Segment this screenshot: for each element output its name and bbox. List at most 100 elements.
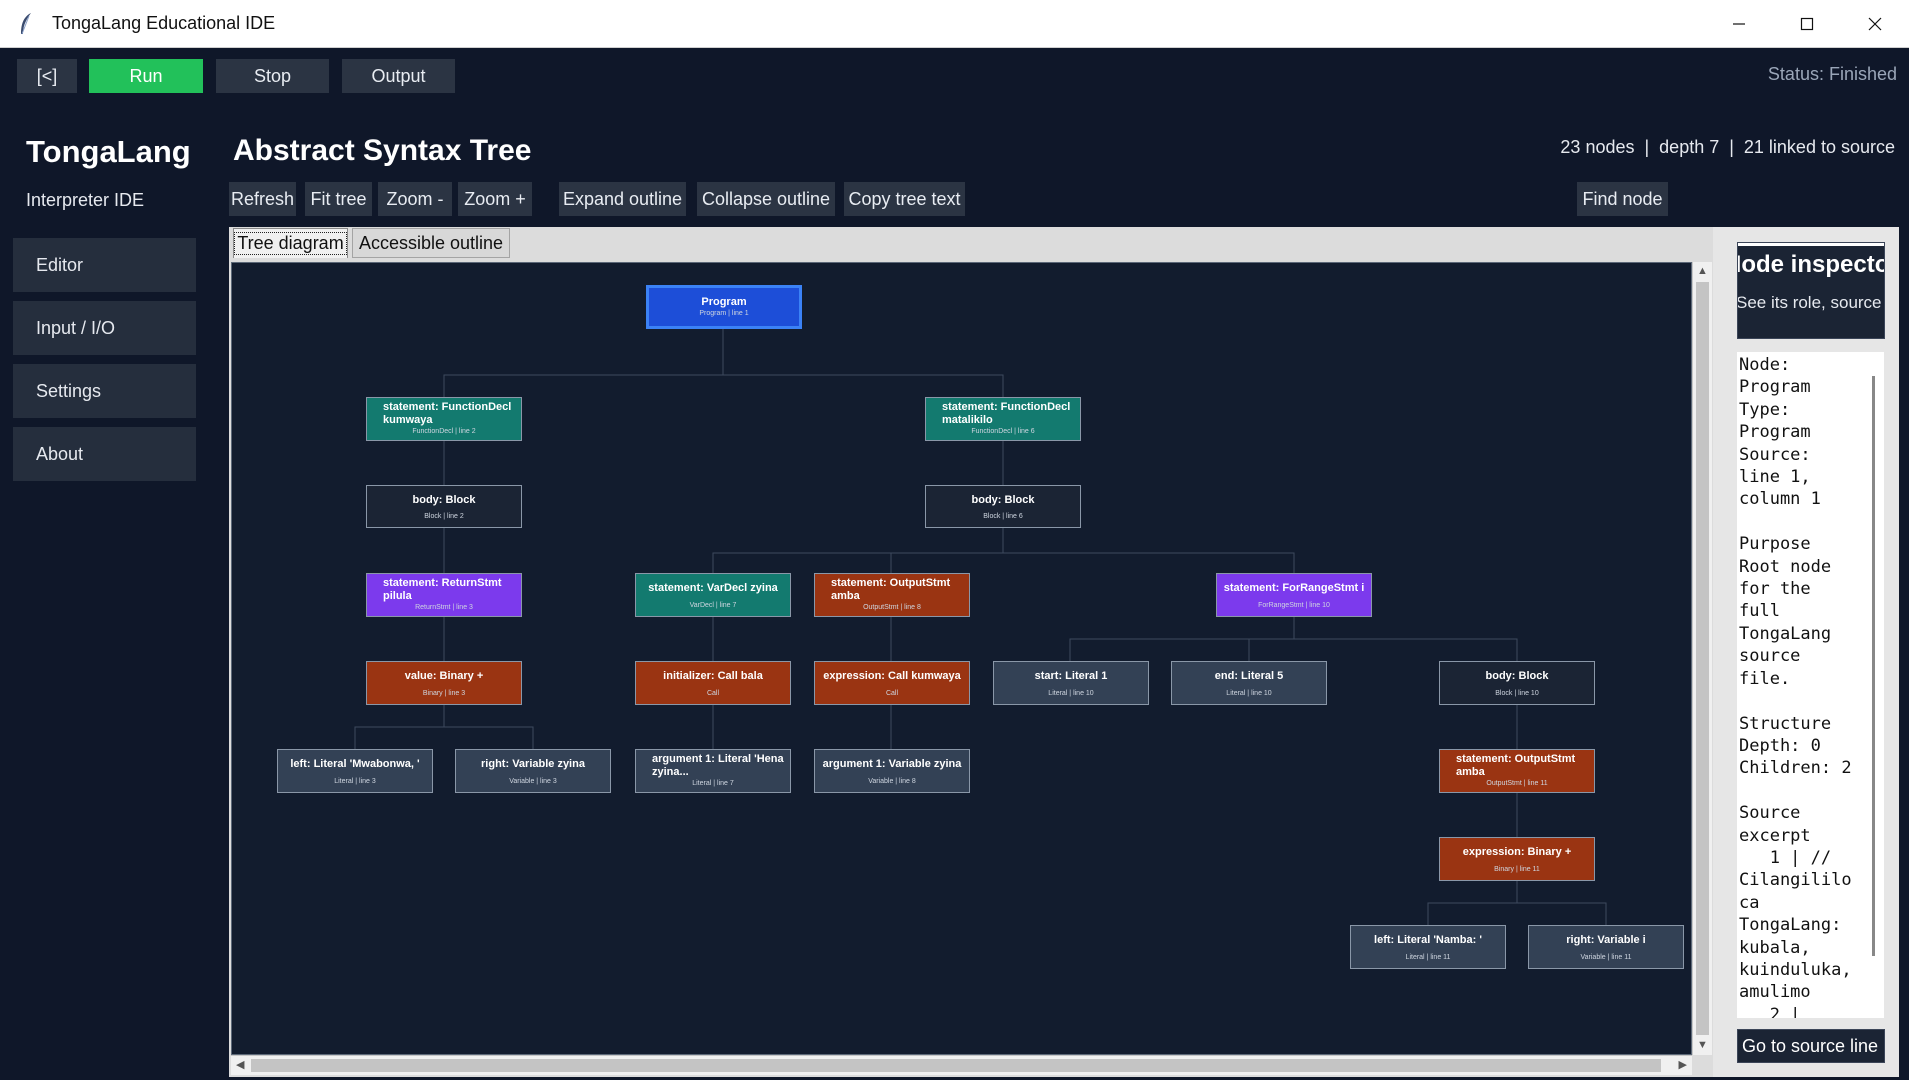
sidebar-app-title: TongaLang [26,134,191,169]
tree-vertical-scrollbar[interactable]: ▲ ▼ [1692,262,1712,1055]
tab-tree-diagram[interactable]: Tree diagram [233,228,348,258]
tree-node-literal-start[interactable]: start: Literal 1 Literal | line 10 [993,661,1149,705]
inspector-details-text[interactable]: Node: Program Type: Program Source: line… [1737,352,1866,1018]
node-title: start: Literal 1 [1034,670,1108,682]
expand-outline-button[interactable]: Expand outline [559,182,686,216]
node-title: left: Literal 'Namba: ' [1374,934,1482,946]
tree-node-call-bala[interactable]: initializer: Call bala Call [635,661,791,705]
node-subtitle: Literal | line 3 [334,778,376,785]
tree-node-forrangestmt[interactable]: statement: ForRangeStmt i ForRangeStmt |… [1216,573,1372,617]
tree-node-functiondecl-matalikilo[interactable]: statement: FunctionDecl matalikilo Funct… [925,397,1081,441]
collapse-sidebar-button[interactable]: [<] [17,59,77,93]
tree-canvas[interactable]: Program Program | line 1 statement: Func… [231,262,1692,1055]
node-subtitle: FunctionDecl | line 6 [971,428,1035,435]
node-subtitle: Call [885,690,899,697]
tree-horizontal-scrollbar[interactable]: ◀ ▶ [231,1055,1692,1075]
refresh-button[interactable]: Refresh [229,182,296,216]
node-subtitle: Variable | line 8 [868,778,916,785]
stop-button[interactable]: Stop [216,59,329,93]
fit-tree-button[interactable]: Fit tree [305,182,372,216]
node-title: body: Block [1485,670,1549,682]
node-subtitle: Literal | line 7 [692,780,734,787]
tree-node-call-kumwaya[interactable]: expression: Call kumwaya Call [814,661,970,705]
node-subtitle: OutputStmt | line 8 [863,604,921,611]
close-window-button[interactable] [1841,0,1909,47]
minimize-button[interactable] [1705,0,1773,47]
node-title: right: Variable i [1566,934,1646,946]
node-subtitle: Call [706,690,720,697]
tree-node-block[interactable]: body: Block Block | line 6 [925,485,1081,528]
scroll-right-icon[interactable]: ▶ [1679,1060,1687,1071]
scroll-down-icon[interactable]: ▼ [1697,1040,1708,1051]
copy-tree-text-button[interactable]: Copy tree text [844,182,965,216]
node-subtitle: OutputStmt | line 11 [1486,780,1548,787]
minimize-icon [1733,22,1745,25]
node-title: argument 1: Variable zyina [822,758,962,770]
node-title: right: Variable zyina [481,758,585,770]
node-title: expression: Call kumwaya [823,670,961,682]
node-title: statement: ReturnStmt pilula [383,577,502,602]
scroll-up-icon[interactable]: ▲ [1697,266,1708,277]
feather-icon [14,12,38,36]
node-subtitle: Variable | line 3 [509,778,557,785]
node-subtitle: Block | line 10 [1495,690,1539,697]
node-title: expression: Binary + [1462,846,1572,858]
node-subtitle: VarDecl | line 7 [689,602,737,609]
tree-node-block[interactable]: body: Block Block | line 10 [1439,661,1595,705]
tree-node-variable-zyina-arg[interactable]: argument 1: Variable zyina Variable | li… [814,749,970,793]
tree-node-variable-i[interactable]: right: Variable i Variable | line 11 [1528,925,1684,969]
tree-node-outputstmt[interactable]: statement: OutputStmt amba OutputStmt | … [814,573,970,617]
tree-node-returnstmt[interactable]: statement: ReturnStmt pilula ReturnStmt … [366,573,522,617]
go-to-source-line-button[interactable]: Go to source line 1 [1737,1029,1885,1063]
tree-node-binary[interactable]: value: Binary + Binary | line 3 [366,661,522,705]
sidebar-item-editor[interactable]: Editor [13,238,196,292]
node-title: body: Block [971,494,1035,506]
sidebar-item-about[interactable]: About [13,427,196,481]
tree-node-program[interactable]: Program Program | line 1 [646,285,802,329]
tree-node-literal-end[interactable]: end: Literal 5 Literal | line 10 [1171,661,1327,705]
node-title: end: Literal 5 [1214,670,1284,682]
maximize-icon [1800,17,1814,30]
scroll-thumb[interactable] [251,1059,1661,1072]
scroll-thumb[interactable] [1872,376,1875,956]
node-subtitle: Binary | line 11 [1494,866,1540,873]
tree-node-binary[interactable]: expression: Binary + Binary | line 11 [1439,837,1595,881]
collapse-outline-button[interactable]: Collapse outline [697,182,835,216]
run-button[interactable]: Run [89,59,203,93]
zoom-out-button[interactable]: Zoom - [378,182,452,216]
tree-node-block[interactable]: body: Block Block | line 2 [366,485,522,528]
tree-node-variable-zyina[interactable]: right: Variable zyina Variable | line 3 [455,749,611,793]
scroll-left-icon[interactable]: ◀ [236,1060,244,1071]
top-toolbar: [<] Run Stop Output Status: Finished [0,48,1909,104]
page-title: Abstract Syntax Tree [233,134,532,167]
inspector-header: Node inspector See its role, source loca… [1737,242,1885,339]
maximize-button[interactable] [1773,0,1841,47]
inspector-title: Node inspector [1738,243,1884,279]
node-title: statement: OutputStmt amba [831,577,951,602]
tree-node-functiondecl-kumwaya[interactable]: statement: FunctionDecl kumwaya Function… [366,397,522,441]
node-subtitle: ForRangeStmt | line 10 [1258,602,1330,609]
inspector-scrollbar[interactable] [1866,352,1884,1018]
close-icon [1868,17,1882,30]
output-button[interactable]: Output [342,59,455,93]
tree-stats: 23 nodes | depth 7 | 21 linked to source [1560,137,1895,157]
tab-accessible-outline[interactable]: Accessible outline [352,228,510,258]
node-subtitle: FunctionDecl | line 2 [412,428,476,435]
sidebar-item-input-io[interactable]: Input / I/O [13,301,196,355]
zoom-in-button[interactable]: Zoom + [458,182,532,216]
tree-node-literal-namba[interactable]: left: Literal 'Namba: ' Literal | line 1… [1350,925,1506,969]
tree-node-literal-hena[interactable]: argument 1: Literal 'Hena zyina... Liter… [635,749,791,793]
tree-node-literal-mwabonwa[interactable]: left: Literal 'Mwabonwa, ' Literal | lin… [277,749,433,793]
node-title: statement: ForRangeStmt i [1223,582,1365,594]
tree-node-vardecl[interactable]: statement: VarDecl zyina VarDecl | line … [635,573,791,617]
node-title: initializer: Call bala [663,670,763,682]
node-subtitle: Block | line 2 [424,513,464,520]
node-subtitle: Program | line 1 [699,310,749,317]
scroll-thumb[interactable] [1696,282,1709,1035]
node-subtitle: Variable | line 11 [1580,954,1632,961]
tree-node-outputstmt[interactable]: statement: OutputStmt amba OutputStmt | … [1439,749,1595,793]
status-text: Status: Finished [1767,64,1897,84]
sidebar-item-settings[interactable]: Settings [13,364,196,418]
find-node-button[interactable]: Find node [1577,182,1668,216]
node-subtitle: Binary | line 3 [422,690,466,697]
